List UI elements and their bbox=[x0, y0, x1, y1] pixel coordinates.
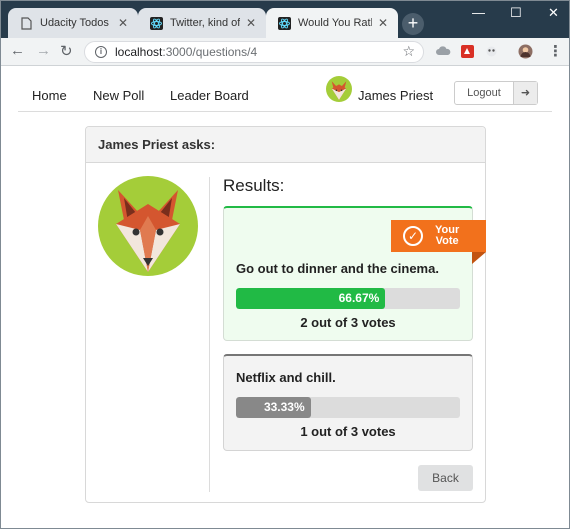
maximize-icon[interactable]: ☐ bbox=[510, 5, 522, 21]
tab-title: Udacity Todos Goal bbox=[40, 17, 112, 29]
nav-leader-board[interactable]: Leader Board bbox=[170, 88, 249, 103]
forward-arrow-icon[interactable]: → bbox=[36, 42, 51, 59]
question-card: James Priest asks: Results: Go out to di… bbox=[85, 126, 486, 503]
profile-avatar[interactable] bbox=[518, 44, 533, 59]
check-circle-icon: ✓ bbox=[403, 226, 423, 246]
reload-icon[interactable]: ↻ bbox=[60, 42, 73, 60]
ribbon-fold bbox=[472, 252, 486, 264]
browser-menu-icon[interactable]: ⋮ bbox=[548, 42, 563, 60]
your-vote-ribbon: ✓ Your Vote bbox=[391, 220, 486, 252]
nav-home[interactable]: Home bbox=[32, 88, 67, 103]
browser-tab-bar: Udacity Todos Goal ✕ Twitter, kind of. ✕… bbox=[0, 0, 570, 38]
nav-new-poll[interactable]: New Poll bbox=[93, 88, 144, 103]
option-text: Go out to dinner and the cinema. bbox=[236, 261, 439, 276]
back-button[interactable]: Back bbox=[418, 465, 473, 491]
react-icon bbox=[150, 16, 163, 30]
browser-tab-udacity[interactable]: Udacity Todos Goal ✕ bbox=[8, 8, 138, 38]
minimize-icon[interactable]: — bbox=[472, 5, 485, 20]
vote-count: 1 out of 3 votes bbox=[300, 424, 396, 439]
progress-fill: 33.33% bbox=[236, 397, 311, 418]
browser-tab-would-you-rather[interactable]: Would You Rather C ✕ bbox=[266, 8, 398, 38]
bookmark-star-icon[interactable]: ☆ bbox=[402, 43, 415, 60]
address-bar[interactable]: i localhost:3000/questions/4 ☆ bbox=[84, 41, 424, 63]
react-icon bbox=[278, 16, 291, 30]
option-text: Netflix and chill. bbox=[236, 370, 336, 385]
percent-label: 66.67% bbox=[338, 291, 380, 305]
close-tab-icon[interactable]: ✕ bbox=[118, 16, 128, 30]
browser-toolbar: ← → ↻ i localhost:3000/questions/4 ☆ ⋮ bbox=[0, 38, 570, 66]
document-icon bbox=[20, 16, 33, 30]
results-title: Results: bbox=[223, 176, 285, 195]
new-tab-button[interactable]: + bbox=[402, 13, 424, 35]
option-two-result: Netflix and chill. 33.33% 1 out of 3 vot… bbox=[223, 354, 473, 451]
close-tab-icon[interactable]: ✕ bbox=[246, 16, 256, 30]
sign-out-icon: ➜ bbox=[513, 82, 537, 104]
info-icon[interactable]: i bbox=[95, 46, 107, 58]
red-extension-icon[interactable] bbox=[460, 44, 475, 59]
back-arrow-icon[interactable]: ← bbox=[10, 42, 25, 59]
url-host: localhost bbox=[115, 45, 163, 59]
app-nav: Home New Poll Leader Board James Priest … bbox=[18, 66, 552, 112]
tab-title: Would You Rather C bbox=[298, 17, 372, 29]
divider bbox=[209, 177, 210, 492]
puzzle-extension-icon[interactable] bbox=[484, 44, 499, 59]
author-avatar bbox=[98, 176, 198, 276]
progress-bar: 33.33% bbox=[236, 397, 460, 418]
logout-button[interactable]: Logout ➜ bbox=[454, 81, 538, 105]
percent-label: 33.33% bbox=[263, 400, 305, 414]
nav-user-name: James Priest bbox=[358, 88, 434, 103]
vote-count: 2 out of 3 votes bbox=[300, 315, 396, 330]
close-window-icon[interactable]: ✕ bbox=[548, 5, 559, 21]
progress-bar: 66.67% bbox=[236, 288, 460, 309]
avatar bbox=[326, 76, 352, 102]
close-tab-icon[interactable]: ✕ bbox=[378, 16, 388, 30]
browser-tab-twitter[interactable]: Twitter, kind of. ✕ bbox=[138, 8, 266, 38]
progress-fill: 66.67% bbox=[236, 288, 386, 309]
cloud-extension-icon[interactable] bbox=[436, 44, 451, 59]
card-header: James Priest asks: bbox=[86, 127, 485, 163]
url-path: :3000/questions/4 bbox=[162, 45, 258, 59]
logout-label: Logout bbox=[467, 87, 501, 99]
your-vote-label: Your Vote bbox=[435, 224, 460, 247]
tab-title: Twitter, kind of. bbox=[170, 17, 240, 29]
